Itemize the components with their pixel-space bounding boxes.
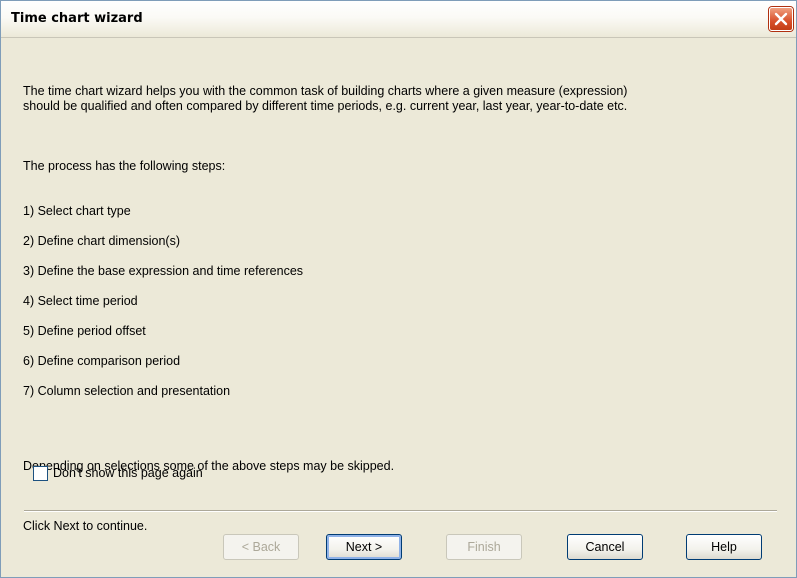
- step-item: 7) Column selection and presentation: [23, 384, 231, 398]
- dont-show-label[interactable]: Don't show this page again: [53, 466, 203, 480]
- step-item: 1) Select chart type: [23, 204, 131, 218]
- step-item: 6) Define comparison period: [23, 354, 181, 368]
- close-icon: [774, 12, 788, 26]
- title-bar[interactable]: Time chart wizard: [1, 1, 796, 38]
- next-button[interactable]: Next >: [326, 534, 402, 560]
- close-button[interactable]: [769, 7, 793, 31]
- step-item: 2) Define chart dimension(s): [23, 234, 181, 248]
- step-item: 4) Select time period: [23, 294, 138, 308]
- steps-list: 1) Select chart type 2) Define chart dim…: [23, 189, 783, 414]
- divider: [24, 510, 777, 512]
- step-item: 5) Define period offset: [23, 324, 146, 338]
- cancel-button[interactable]: Cancel: [567, 534, 643, 560]
- continue-instruction: Click Next to continue.: [23, 519, 148, 533]
- finish-button[interactable]: Finish: [446, 534, 522, 560]
- step-item: 3) Define the base expression and time r…: [23, 264, 304, 278]
- steps-heading: The process has the following steps:: [23, 159, 226, 173]
- back-button[interactable]: < Back: [223, 534, 299, 560]
- window-title: Time chart wizard: [11, 11, 143, 26]
- intro-paragraph: The time chart wizard helps you with the…: [23, 84, 628, 113]
- help-button[interactable]: Help: [686, 534, 762, 560]
- wizard-dialog: Time chart wizard The time chart wizard …: [0, 0, 797, 578]
- dont-show-checkbox[interactable]: [33, 466, 48, 481]
